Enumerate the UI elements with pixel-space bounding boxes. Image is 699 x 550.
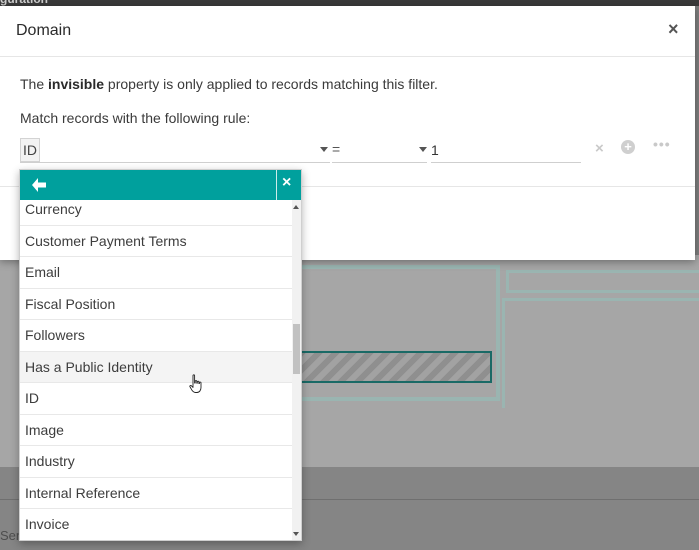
field-selector-popover: × Currency Customer Payment Terms Email … (19, 169, 302, 541)
field-item[interactable]: Email (20, 257, 292, 289)
field-list[interactable]: Currency Customer Payment Terms Email Fi… (20, 200, 292, 540)
rule-label: Match records with the following rule: (20, 110, 251, 126)
domain-rule-row: ID = × + ••• (20, 136, 680, 166)
rule-value-input[interactable] (431, 138, 581, 163)
add-rule-icon[interactable]: + (621, 140, 635, 154)
delete-rule-icon[interactable]: × (595, 140, 604, 157)
domain-info-text: The invisible property is only applied t… (20, 76, 438, 92)
field-item[interactable]: Fiscal Position (20, 289, 292, 320)
field-item[interactable]: Image (20, 415, 292, 446)
more-options-icon[interactable]: ••• (653, 136, 671, 152)
dialog-title: Domain (16, 22, 72, 39)
background-selected-field (300, 351, 492, 383)
operator-value: = (332, 141, 341, 157)
close-dialog-button[interactable]: × (668, 19, 679, 40)
field-item[interactable]: Customer Payment Terms (20, 226, 292, 257)
field-item[interactable]: Internal Reference (20, 478, 292, 509)
chevron-down-icon (320, 147, 328, 152)
background-group-box (506, 270, 699, 293)
field-path-chip: ID (20, 138, 40, 162)
field-item[interactable]: Industry (20, 446, 292, 478)
scrollbar-thumb[interactable] (293, 324, 300, 374)
field-selector-header: × (20, 170, 301, 200)
dialog-header: Domain × (0, 6, 695, 57)
field-item[interactable]: Currency (20, 200, 292, 226)
scroll-down-icon[interactable] (293, 532, 299, 536)
property-name: invisible (48, 76, 105, 92)
chevron-down-icon (419, 147, 427, 152)
arrow-left-icon[interactable] (30, 176, 48, 194)
field-path-selector[interactable]: ID (20, 138, 330, 163)
scroll-up-icon[interactable] (293, 205, 299, 209)
field-item[interactable]: Followers (20, 320, 292, 352)
field-list-scrollbar[interactable] (292, 200, 301, 540)
field-item[interactable]: ID (20, 383, 292, 415)
header-divider (276, 170, 277, 200)
background-group-box (502, 298, 699, 408)
field-item[interactable]: Invoice (20, 509, 292, 540)
close-selector-button[interactable]: × (282, 174, 291, 192)
field-item[interactable]: Has a Public Identity (20, 351, 292, 383)
operator-select[interactable]: = (332, 138, 427, 163)
hand-cursor-icon (189, 374, 202, 393)
dialog-body: The invisible property is only applied t… (20, 76, 680, 163)
